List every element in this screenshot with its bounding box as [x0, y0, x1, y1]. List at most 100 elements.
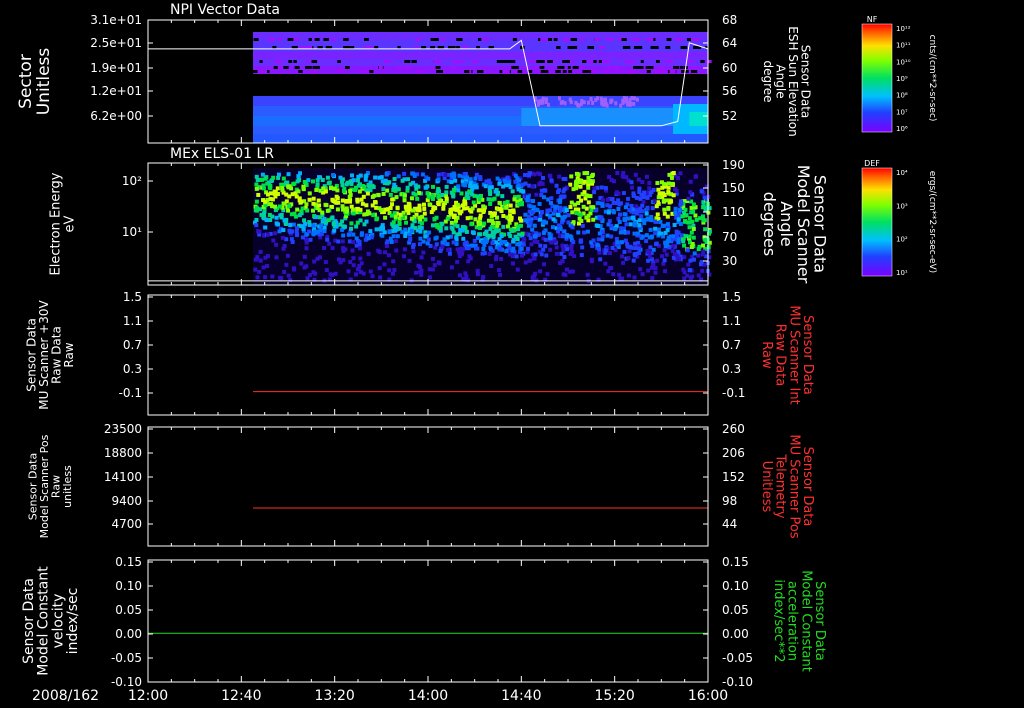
els-cell: [359, 261, 364, 266]
els-cell: [341, 207, 346, 212]
els-cell: [282, 218, 287, 223]
els-cell: [449, 265, 454, 270]
els-cell: [542, 262, 547, 267]
els-cell: [394, 195, 399, 200]
els-cell: [533, 215, 538, 220]
npi-speckle: [259, 70, 268, 73]
els-cell: [316, 198, 321, 203]
els-cell: [528, 236, 533, 241]
els-cell: [351, 256, 356, 261]
els-cell: [411, 249, 416, 254]
els-cell: [306, 178, 311, 183]
els-cell: [530, 275, 535, 280]
els-cell: [416, 206, 421, 211]
els-cell: [414, 186, 419, 191]
colorbar-label: cnts/(cm**2-sr-sec): [927, 35, 937, 122]
els-cell: [436, 188, 441, 193]
els-cell: [408, 182, 413, 187]
els-cell: [403, 204, 408, 209]
els-cell: [662, 207, 667, 212]
els-cell: [436, 201, 441, 206]
els-cell: [443, 173, 448, 178]
els-cell: [450, 226, 455, 231]
els-cell: [654, 204, 659, 209]
npi-speckle: [383, 60, 391, 63]
right-axis-label: Sensor DataModel Constantaccelerationind…: [771, 570, 827, 672]
els-cell: [358, 256, 363, 261]
y-axis-label-line: velocity: [50, 594, 66, 649]
els-cell: [464, 240, 469, 245]
els-cell: [274, 242, 279, 247]
els-cell: [629, 180, 634, 185]
els-cell: [647, 254, 652, 259]
els-cell: [408, 236, 413, 241]
els-cell: [656, 195, 661, 200]
npi-speckle: [625, 70, 633, 73]
els-cell: [416, 263, 421, 268]
els-cell: [363, 177, 368, 182]
els-cell: [632, 252, 637, 257]
npi-band: [253, 134, 708, 143]
right-tick-label: 56: [722, 84, 737, 98]
els-cell: [340, 239, 345, 244]
els-cell: [452, 204, 457, 209]
y-tick-label: 9400: [111, 494, 142, 508]
els-cell: [549, 196, 554, 201]
npi-speckle: [606, 66, 612, 69]
els-cell: [281, 176, 286, 181]
els-cell: [562, 187, 567, 192]
npi-speckle: [601, 98, 605, 103]
els-cell: [676, 256, 681, 261]
npi-speckle: [646, 70, 651, 73]
els-cell: [371, 213, 376, 218]
els-cell: [572, 254, 577, 259]
els-cell: [490, 230, 495, 235]
els-cell: [645, 195, 650, 200]
els-cell: [582, 230, 587, 235]
els-cell: [392, 177, 397, 182]
els-cell: [534, 192, 539, 197]
els-cell: [534, 278, 539, 283]
y-tick-label: 0.3: [123, 362, 142, 376]
els-cell: [314, 187, 319, 192]
els-cell: [422, 206, 427, 211]
els-cell: [296, 174, 301, 179]
els-cell: [348, 188, 353, 193]
els-cell: [441, 206, 446, 211]
els-cell: [683, 207, 688, 212]
els-cell: [310, 179, 315, 184]
els-cell: [397, 221, 402, 226]
right-axis-label-line: Unitless: [759, 461, 774, 513]
y-tick-label: 0.10: [115, 579, 142, 593]
els-cell: [395, 234, 400, 239]
y-axis-label-line: Sensor Data: [21, 578, 37, 664]
els-cell: [662, 258, 667, 263]
els-cell: [674, 229, 679, 234]
npi-speckle: [600, 101, 604, 106]
npi-speckle: [603, 60, 611, 63]
els-cell: [440, 192, 445, 197]
npi-speckle: [654, 70, 663, 73]
els-cell: [505, 199, 510, 204]
els-cell: [613, 227, 618, 232]
els-cell: [304, 264, 309, 269]
els-cell: [556, 188, 561, 193]
els-cell: [560, 217, 565, 222]
els-cell: [407, 202, 412, 207]
els-cell: [616, 206, 621, 211]
els-cell: [362, 212, 367, 217]
els-cell: [477, 226, 482, 231]
y-tick-label: 1.9e+01: [90, 61, 142, 75]
els-cell: [561, 272, 566, 277]
npi-speckle: [580, 38, 585, 41]
npi-speckle: [650, 46, 657, 49]
els-cell: [388, 236, 393, 241]
right-axis-label-line: degree: [761, 60, 775, 102]
els-cell: [295, 207, 300, 212]
els-cell: [336, 200, 341, 205]
els-cell: [273, 194, 278, 199]
els-cell: [407, 232, 412, 237]
els-cell: [685, 248, 690, 253]
els-cell: [296, 189, 301, 194]
els-cell: [649, 214, 654, 219]
